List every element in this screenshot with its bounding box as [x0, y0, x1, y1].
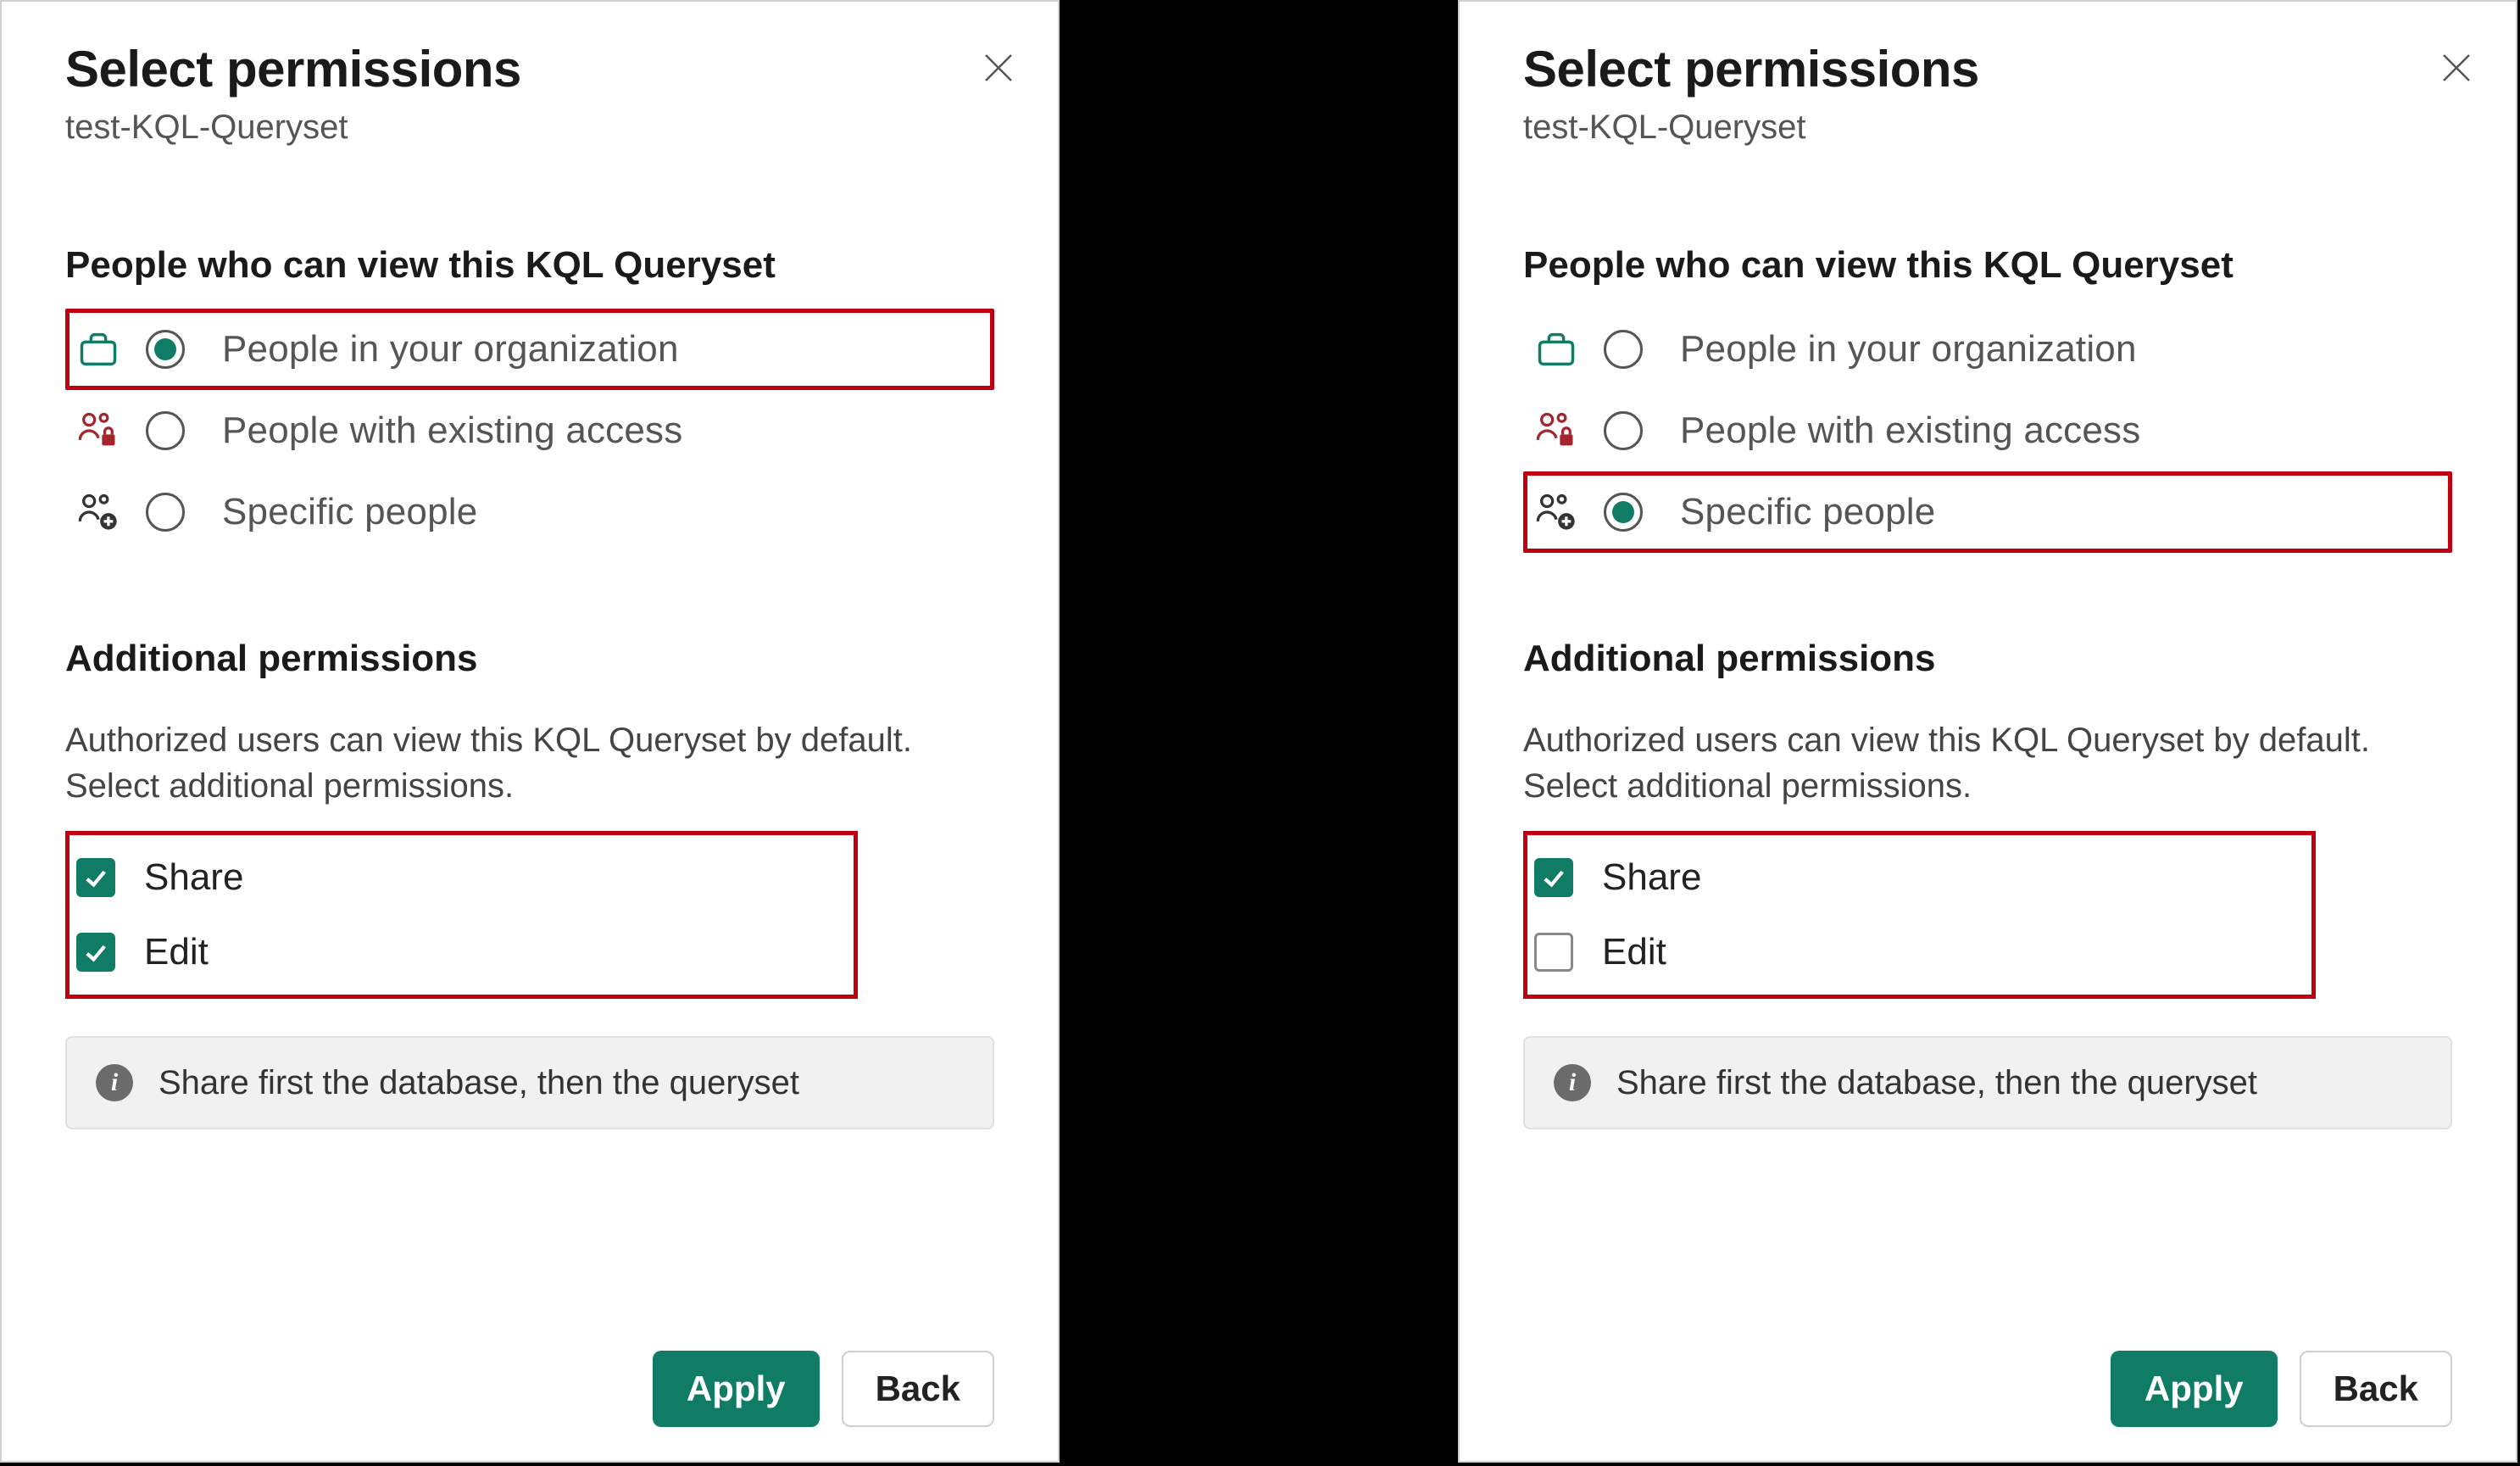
panel-header: Select permissions test-KQL-Queryset [65, 40, 994, 147]
checkbox-edit[interactable] [1534, 933, 1573, 972]
check-label: Edit [1602, 931, 1666, 973]
additional-heading: Additional permissions [65, 638, 994, 680]
additional-desc: Authorized users can view this KQL Query… [65, 717, 994, 809]
option-label: People with existing access [1680, 410, 2140, 452]
option-label: Specific people [222, 491, 477, 533]
panel-header: Select permissions test-KQL-Queryset [1523, 40, 2452, 147]
info-bar: i Share first the database, then the que… [1523, 1036, 2452, 1129]
additional-permissions-group: Share Edit [1523, 831, 2316, 999]
check-row[interactable]: Edit [1534, 915, 2305, 989]
close-button[interactable] [2435, 47, 2478, 89]
checkbox-edit[interactable] [76, 933, 115, 972]
check-row[interactable]: Share [76, 840, 847, 915]
check-row[interactable]: Share [1534, 840, 2305, 915]
option-specific[interactable]: Specific people [65, 471, 994, 553]
people-add-icon [1533, 488, 1580, 536]
additional-desc: Authorized users can view this KQL Query… [1523, 717, 2452, 809]
checkbox-share[interactable] [76, 858, 115, 897]
radio-specific[interactable] [146, 493, 185, 532]
info-bar: i Share first the database, then the que… [65, 1036, 994, 1129]
people-lock-icon [75, 407, 122, 454]
radio-existing[interactable] [1604, 411, 1643, 450]
option-label: People in your organization [1680, 328, 2137, 371]
info-text: Share first the database, then the query… [159, 1064, 799, 1102]
panel-footer: Apply Back [65, 1317, 994, 1427]
people-add-icon [75, 488, 122, 536]
radio-group-view: People in your organization People with … [1523, 309, 2452, 553]
check-row[interactable]: Edit [76, 915, 847, 989]
radio-group-view: People in your organization People with … [65, 309, 994, 553]
briefcase-icon [75, 326, 122, 373]
back-button[interactable]: Back [842, 1351, 994, 1427]
panel-title: Select permissions [1523, 40, 1979, 98]
info-text: Share first the database, then the query… [1616, 1064, 2257, 1102]
option-existing[interactable]: People with existing access [1523, 390, 2452, 471]
panel-subtitle: test-KQL-Queryset [1523, 109, 1979, 147]
info-icon: i [1554, 1064, 1591, 1101]
panel-title: Select permissions [65, 40, 521, 98]
panel-footer: Apply Back [1523, 1317, 2452, 1427]
option-org[interactable]: People in your organization [1523, 309, 2452, 390]
option-specific[interactable]: Specific people [1523, 471, 2452, 553]
checkbox-share[interactable] [1534, 858, 1573, 897]
close-icon [2439, 51, 2473, 85]
check-label: Share [1602, 856, 1701, 899]
radio-specific[interactable] [1604, 493, 1643, 532]
view-section-heading: People who can view this KQL Queryset [65, 244, 994, 287]
apply-button[interactable]: Apply [653, 1351, 820, 1427]
panel-subtitle: test-KQL-Queryset [65, 109, 521, 147]
back-button[interactable]: Back [2300, 1351, 2452, 1427]
apply-button[interactable]: Apply [2111, 1351, 2278, 1427]
briefcase-icon [1533, 326, 1580, 373]
check-label: Share [144, 856, 243, 899]
option-label: People with existing access [222, 410, 682, 452]
option-existing[interactable]: People with existing access [65, 390, 994, 471]
people-lock-icon [1533, 407, 1580, 454]
panel-titles: Select permissions test-KQL-Queryset [1523, 40, 1979, 147]
option-label: Specific people [1680, 491, 1935, 533]
info-icon: i [96, 1064, 133, 1101]
option-label: People in your organization [222, 328, 679, 371]
check-label: Edit [144, 931, 209, 973]
close-button[interactable] [977, 47, 1020, 89]
radio-existing[interactable] [146, 411, 185, 450]
radio-org[interactable] [1604, 330, 1643, 369]
additional-heading: Additional permissions [1523, 638, 2452, 680]
permissions-panel: Select permissions test-KQL-Queryset Peo… [0, 0, 1060, 1463]
view-section-heading: People who can view this KQL Queryset [1523, 244, 2452, 287]
stage: Select permissions test-KQL-Queryset Peo… [0, 0, 2520, 1466]
panel-titles: Select permissions test-KQL-Queryset [65, 40, 521, 147]
additional-permissions-group: Share Edit [65, 831, 858, 999]
radio-org[interactable] [146, 330, 185, 369]
option-org[interactable]: People in your organization [65, 309, 994, 390]
permissions-panel: Select permissions test-KQL-Queryset Peo… [1458, 0, 2517, 1463]
close-icon [982, 51, 1015, 85]
